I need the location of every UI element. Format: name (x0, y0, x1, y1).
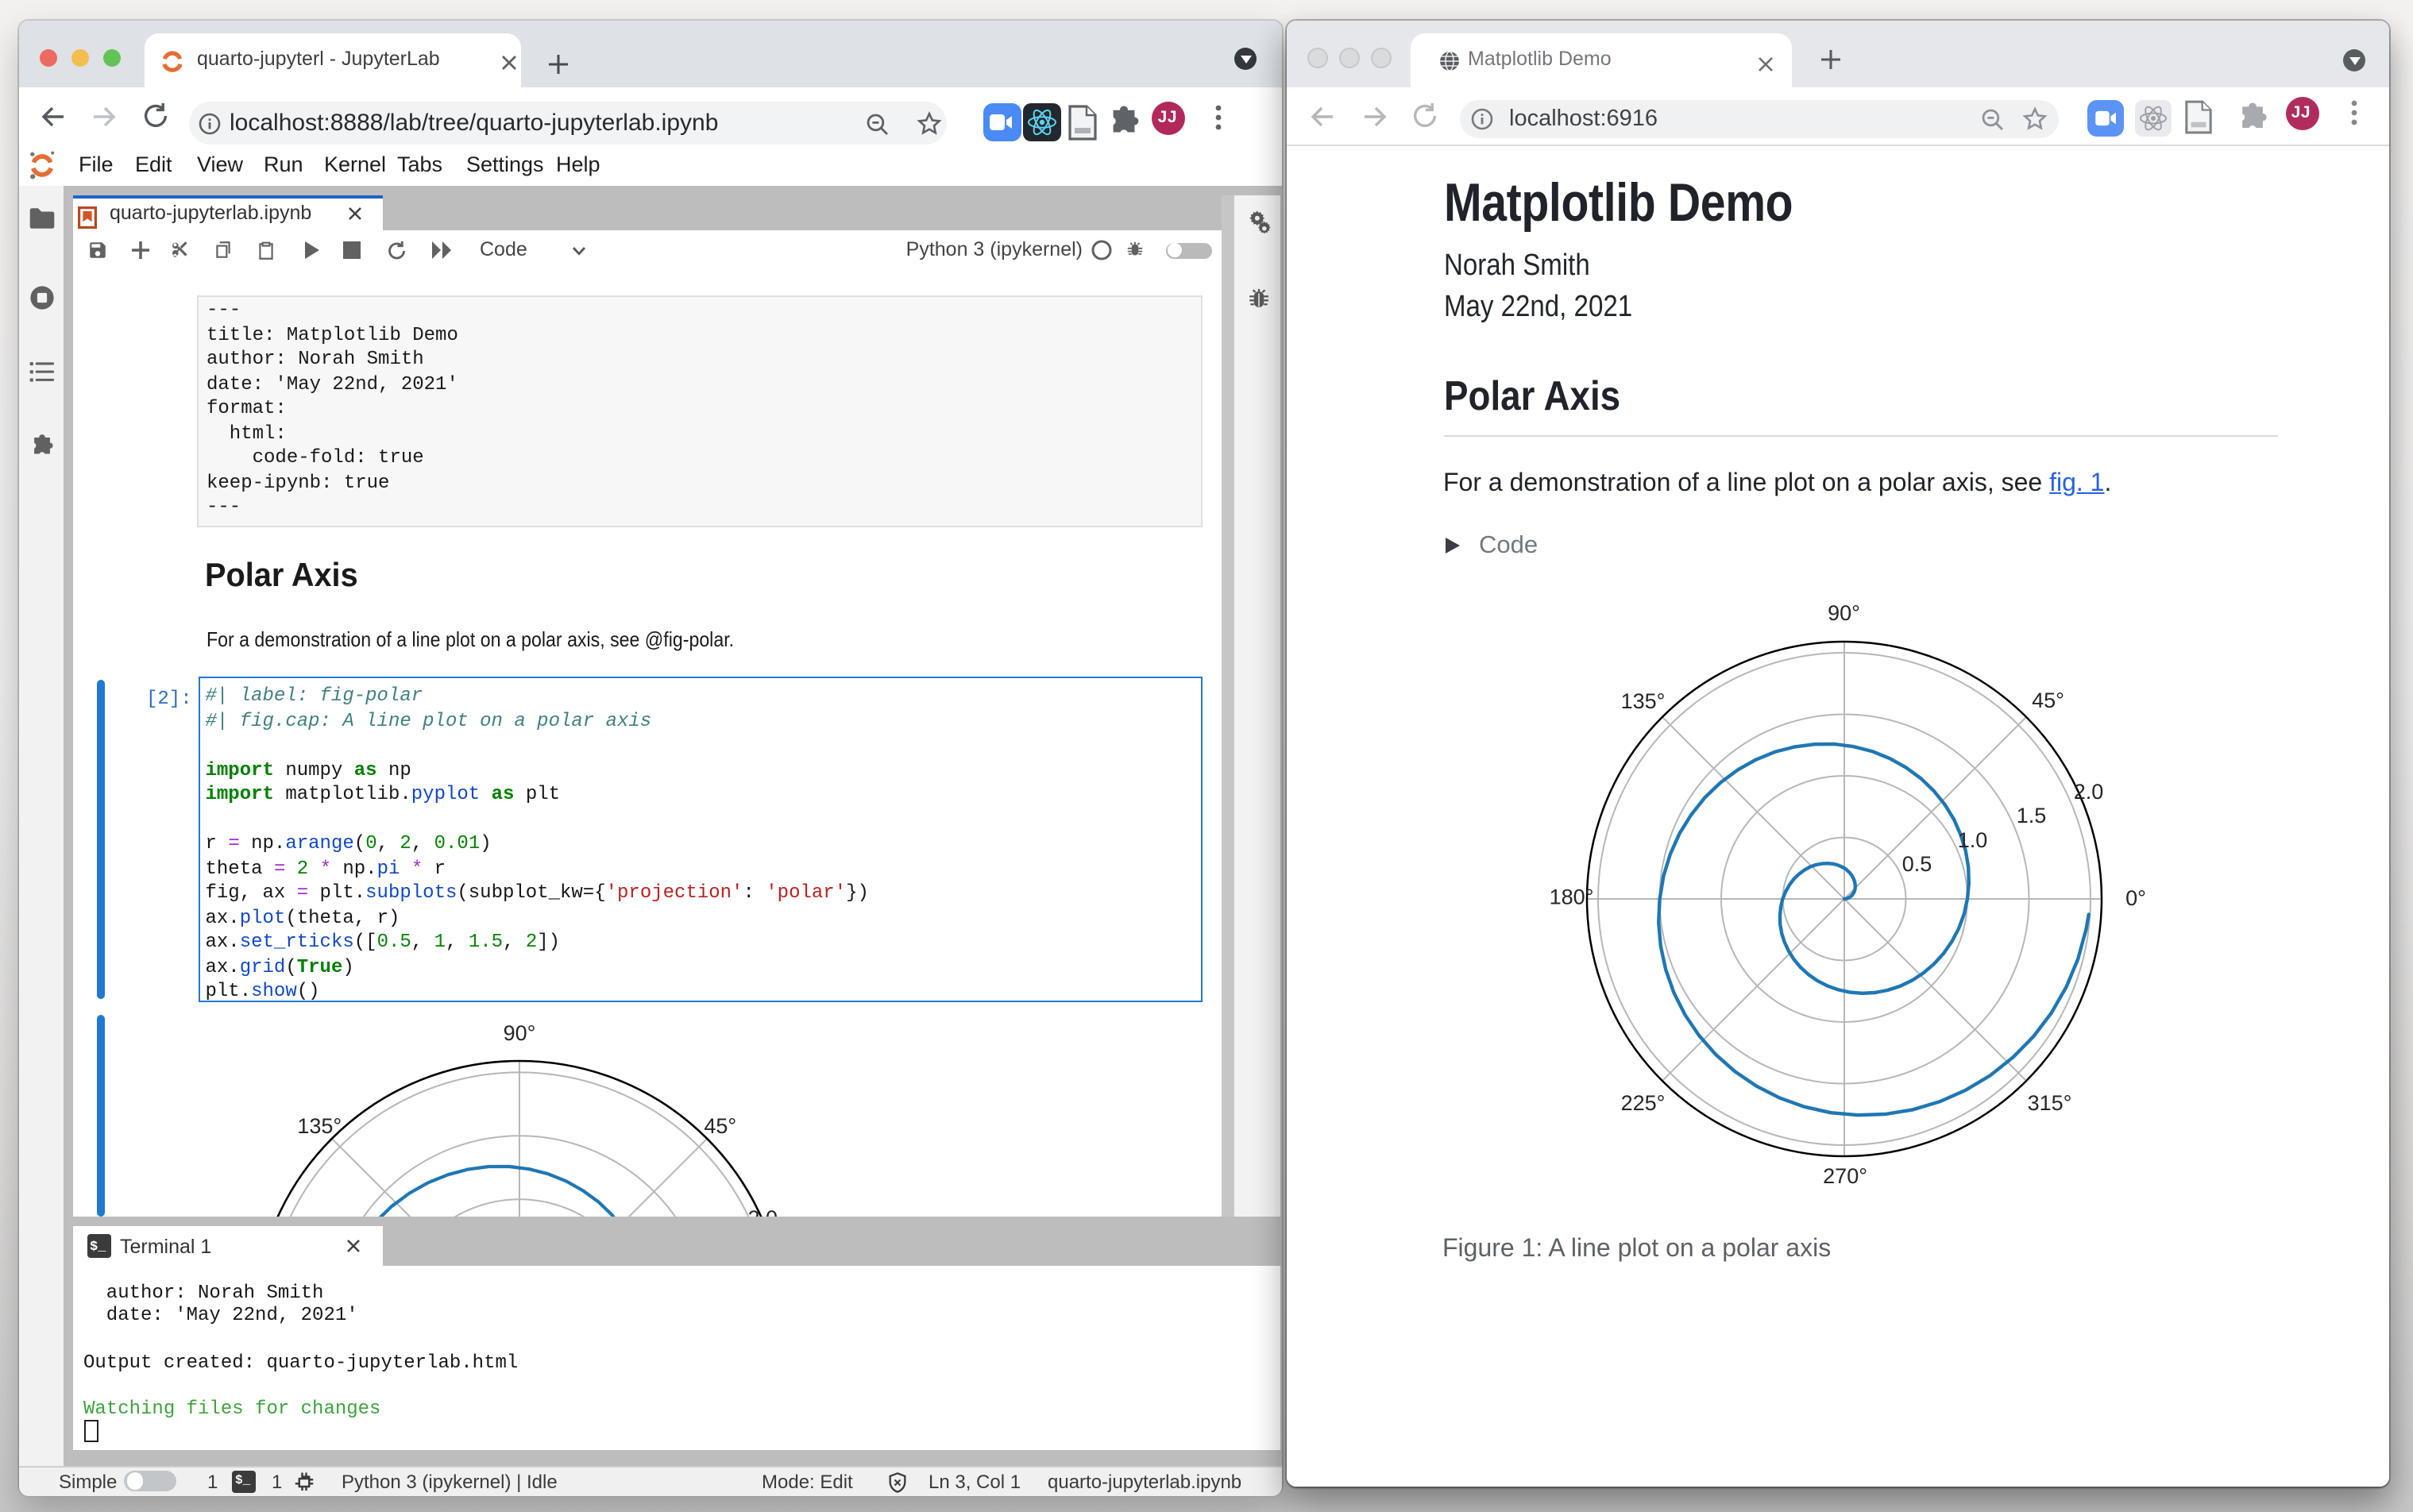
svg-text:90°: 90° (504, 1021, 536, 1045)
svg-text:2.0: 2.0 (2073, 780, 2103, 804)
svg-text:2.0: 2.0 (748, 1206, 778, 1217)
svg-text:315°: 315° (2027, 1091, 2071, 1115)
svg-text:135°: 135° (298, 1114, 342, 1138)
svg-text:90°: 90° (1828, 601, 1860, 625)
svg-text:45°: 45° (2032, 688, 2064, 712)
svg-text:1.5: 1.5 (2016, 804, 2046, 827)
svg-text:1.0: 1.0 (1957, 828, 1987, 852)
svg-text:225°: 225° (1620, 1091, 1665, 1115)
svg-text:45°: 45° (705, 1114, 737, 1138)
svg-text:135°: 135° (1620, 689, 1665, 713)
svg-text:0°: 0° (2125, 886, 2146, 910)
svg-text:270°: 270° (1823, 1164, 1867, 1188)
svg-text:0.5: 0.5 (1901, 852, 1932, 876)
svg-text:180°: 180° (1549, 885, 1593, 908)
